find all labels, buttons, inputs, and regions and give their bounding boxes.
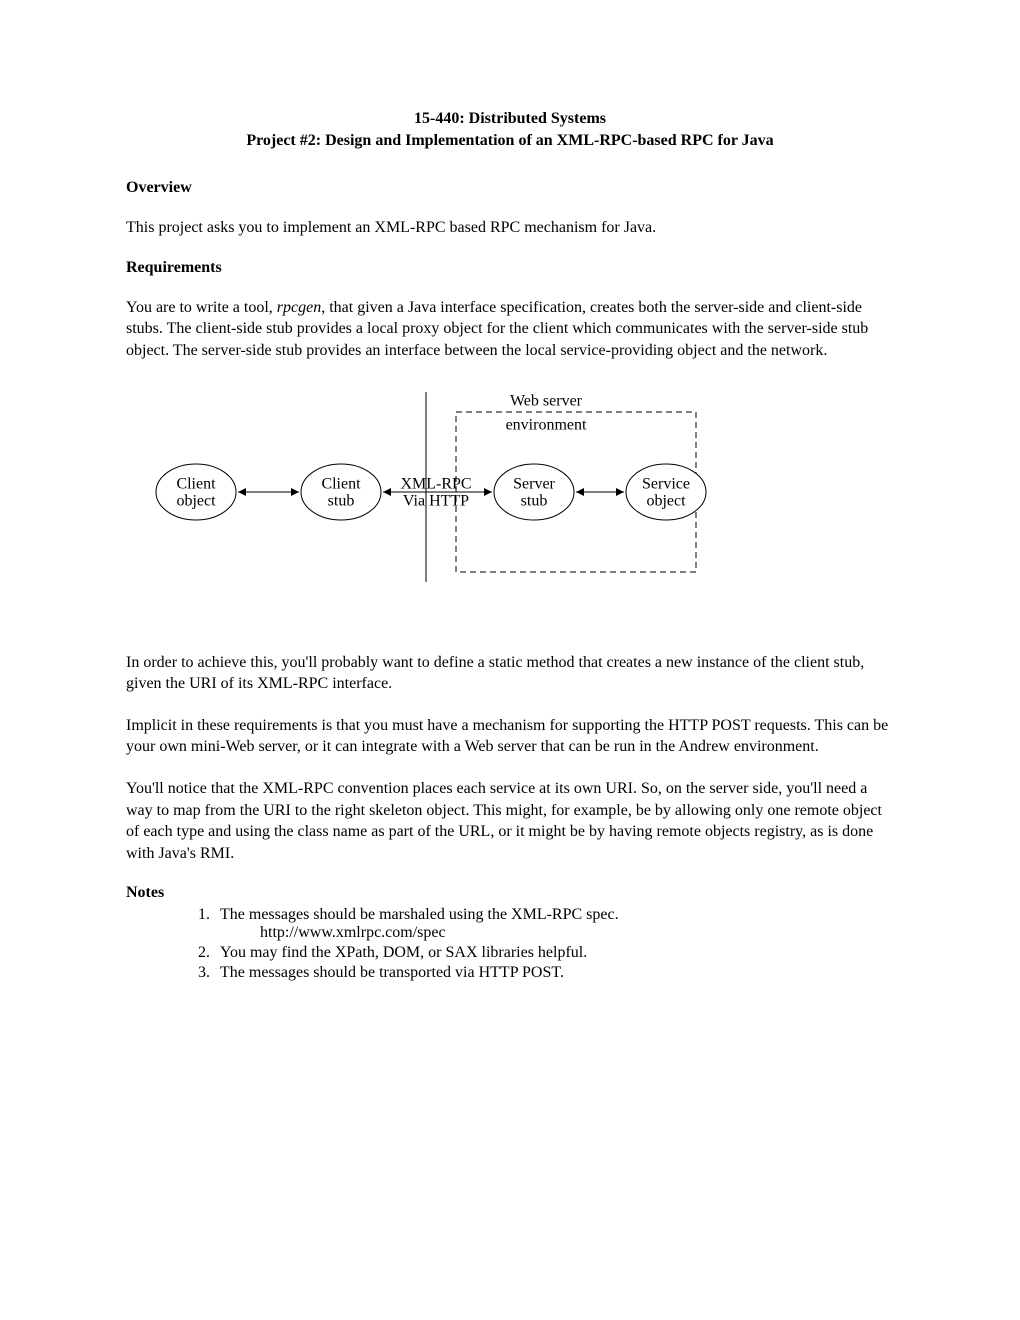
arrowhead-right-2: [484, 488, 492, 496]
architecture-diagram: Web server environment Client object Cli…: [126, 382, 894, 602]
title-block: 15-440: Distributed Systems Project #2: …: [126, 108, 894, 151]
overview-heading: Overview: [126, 179, 894, 197]
webserver-label-2: environment: [506, 416, 587, 433]
note-1: The messages should be marshaled using t…: [214, 906, 894, 942]
req-text-a: You are to write a tool,: [126, 299, 277, 316]
server-stub-l1: Server: [513, 475, 555, 492]
course-title: 15-440: Distributed Systems: [126, 108, 894, 130]
arrowhead-left-2: [383, 488, 391, 496]
requirements-heading: Requirements: [126, 259, 894, 277]
overview-text: This project asks you to implement an XM…: [126, 217, 894, 239]
service-object-l1: Service: [642, 475, 690, 492]
client-stub-l2: stub: [328, 492, 355, 509]
note-1-text: The messages should be marshaled using t…: [220, 906, 619, 923]
paragraph-4: You'll notice that the XML-RPC conventio…: [126, 778, 894, 864]
server-stub-l2: stub: [521, 492, 548, 509]
arrowhead-right-3: [616, 488, 624, 496]
service-object-l2: object: [646, 492, 686, 509]
client-stub-l1: Client: [321, 475, 361, 492]
arrowhead-left-1: [238, 488, 246, 496]
requirements-paragraph-1: You are to write a tool, rpcgen, that gi…: [126, 297, 894, 362]
notes-list: The messages should be marshaled using t…: [214, 906, 894, 982]
paragraph-2: In order to achieve this, you'll probabl…: [126, 652, 894, 695]
webserver-label-1: Web server: [510, 392, 583, 409]
tool-name: rpcgen: [277, 299, 321, 316]
paragraph-3: Implicit in these requirements is that y…: [126, 715, 894, 758]
xmlrpc-l2: Via HTTP: [403, 492, 469, 509]
client-object-l2: object: [176, 492, 216, 509]
note-3: The messages should be transported via H…: [214, 964, 894, 982]
notes-heading: Notes: [126, 884, 894, 902]
page: 15-440: Distributed Systems Project #2: …: [0, 0, 1020, 1320]
xmlrpc-l1: XML-RPC: [400, 475, 471, 492]
arrowhead-right-1: [291, 488, 299, 496]
project-title: Project #2: Design and Implementation of…: [126, 130, 894, 152]
arrowhead-left-3: [576, 488, 584, 496]
client-object-l1: Client: [176, 475, 216, 492]
note-1-url: http://www.xmlrpc.com/spec: [260, 924, 894, 942]
note-2: You may find the XPath, DOM, or SAX libr…: [214, 944, 894, 962]
